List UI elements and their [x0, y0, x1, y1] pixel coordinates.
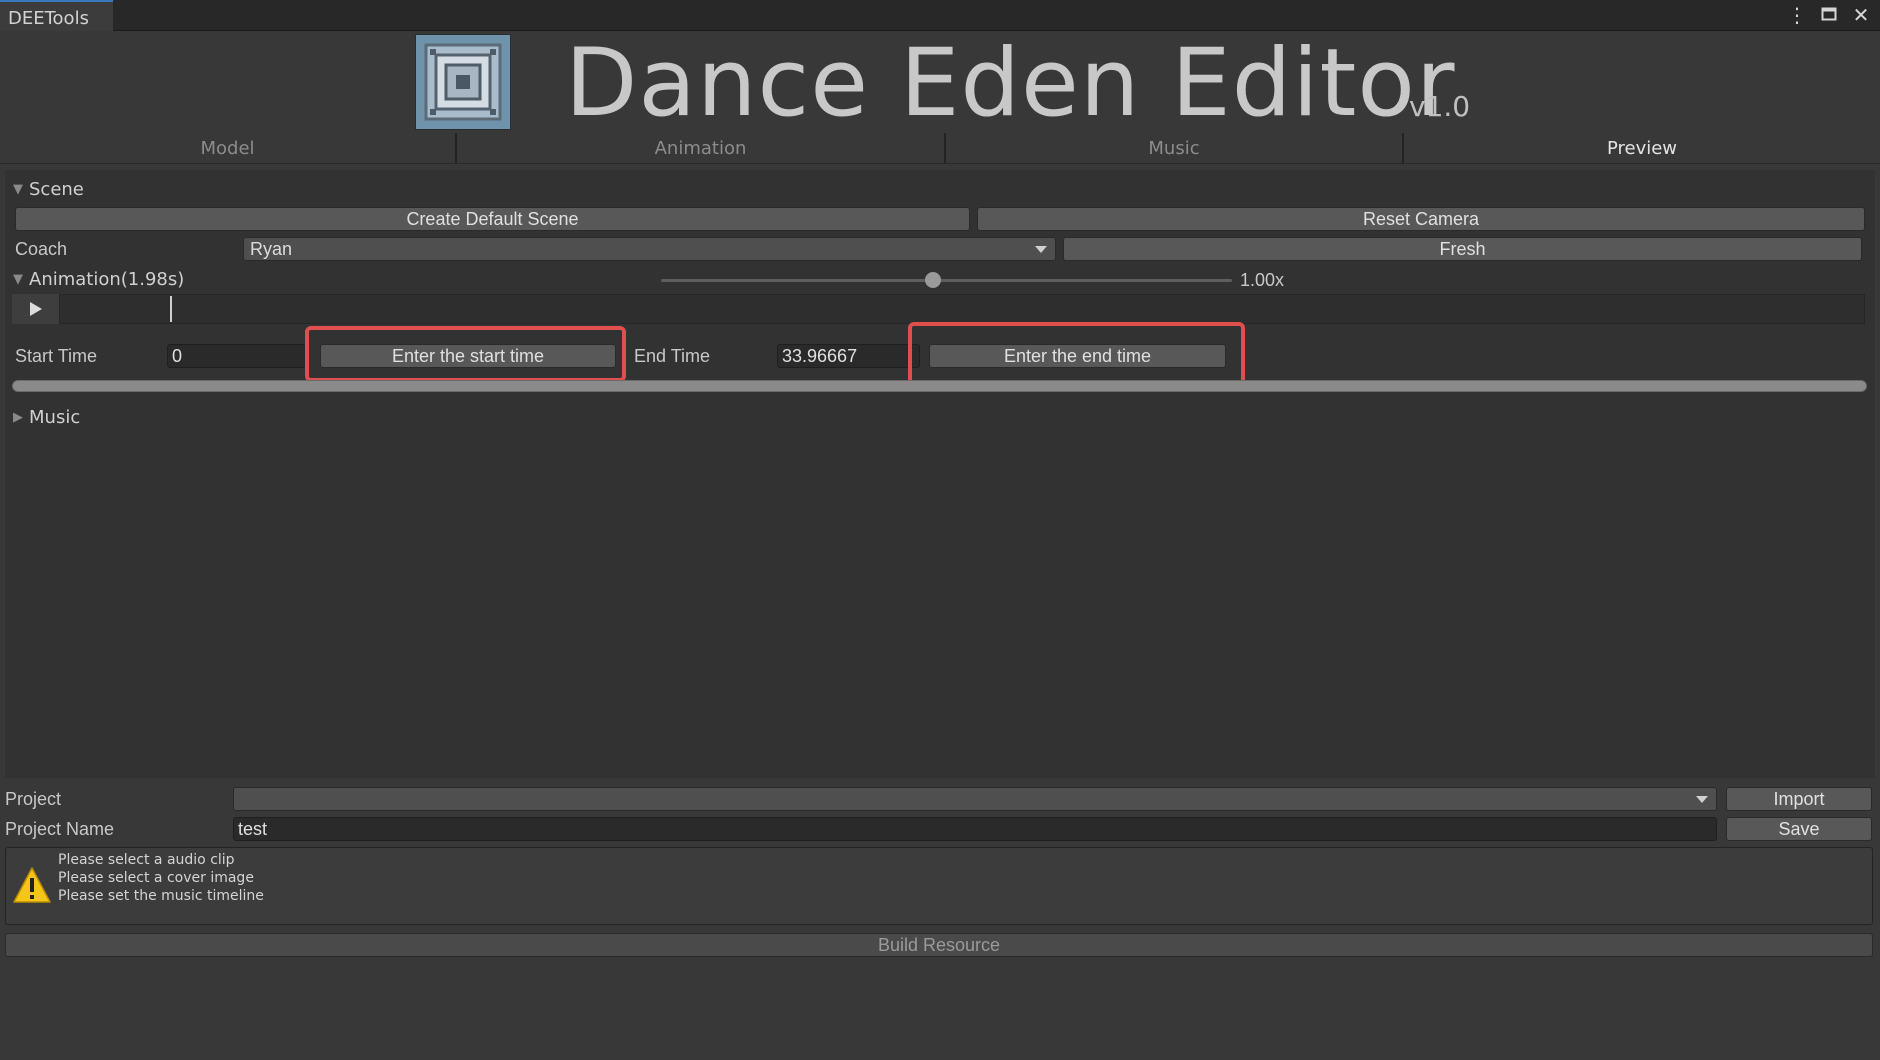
- help-line: Please select a cover image: [58, 870, 254, 886]
- save-button[interactable]: Save: [1726, 817, 1872, 841]
- start-time-field[interactable]: 0: [167, 344, 307, 368]
- project-dropdown[interactable]: [233, 787, 1717, 811]
- tab-model[interactable]: Model: [0, 133, 457, 164]
- coach-label: Coach: [15, 239, 68, 259]
- coach-dropdown[interactable]: Ryan: [243, 237, 1056, 261]
- main-tabs: Model Animation Music Preview: [0, 133, 1880, 164]
- speed-value-label: 1.00x: [1240, 270, 1285, 290]
- build-resource-button[interactable]: Build Resource: [5, 933, 1873, 957]
- music-label: Music: [29, 406, 81, 428]
- close-icon[interactable]: ✕: [1850, 4, 1872, 26]
- tab-music[interactable]: Music: [946, 133, 1404, 164]
- speed-slider-track[interactable]: [661, 279, 1232, 282]
- animation-foldout[interactable]: ▼ Animation(1.98s): [13, 267, 184, 291]
- help-line: Please set the music timeline: [58, 888, 264, 904]
- start-time-label: Start Time: [15, 346, 98, 366]
- enter-end-time-button[interactable]: Enter the end time: [929, 344, 1226, 368]
- help-messages: Please select a audio clip Please select…: [58, 851, 264, 905]
- window-tab[interactable]: DEETools: [0, 0, 113, 31]
- help-line: Please select a audio clip: [58, 852, 235, 868]
- window-controls: ⋮ ✕: [1786, 4, 1872, 26]
- reset-camera-button[interactable]: Reset Camera: [977, 207, 1865, 231]
- foldout-expanded-icon: ▼: [13, 181, 23, 197]
- preview-panel: [5, 170, 1875, 778]
- animation-timeline[interactable]: [12, 294, 1865, 324]
- music-foldout[interactable]: ▶ Music: [13, 405, 80, 429]
- fresh-button[interactable]: Fresh: [1063, 237, 1862, 261]
- scene-label: Scene: [29, 178, 84, 200]
- play-icon: [29, 302, 42, 316]
- end-time-label: End Time: [634, 346, 711, 366]
- help-box: [5, 847, 1873, 925]
- chevron-down-icon: [1035, 246, 1047, 253]
- kebab-menu-icon[interactable]: ⋮: [1786, 4, 1808, 26]
- play-button[interactable]: [12, 294, 60, 324]
- time-range-slider[interactable]: [12, 380, 1867, 392]
- project-name-label: Project Name: [5, 819, 115, 839]
- import-button[interactable]: Import: [1726, 787, 1872, 811]
- coach-value: Ryan: [250, 239, 293, 259]
- chevron-down-icon: [1696, 796, 1708, 803]
- foldout-collapsed-icon: ▶: [13, 409, 23, 425]
- end-time-field[interactable]: 33.96667: [777, 344, 920, 368]
- animation-label: Animation(1.98s): [29, 268, 185, 290]
- create-default-scene-button[interactable]: Create Default Scene: [15, 207, 970, 231]
- scene-foldout[interactable]: ▼ Scene: [13, 177, 84, 201]
- maximize-icon[interactable]: [1818, 4, 1840, 26]
- enter-start-time-button[interactable]: Enter the start time: [320, 344, 616, 368]
- tab-animation[interactable]: Animation: [457, 133, 946, 164]
- project-name-field[interactable]: test: [233, 817, 1717, 841]
- project-label: Project: [5, 789, 62, 809]
- qr-logo-icon: [415, 34, 511, 130]
- tab-preview[interactable]: Preview: [1404, 133, 1880, 164]
- warning-icon: [12, 866, 52, 908]
- app-version: v1.0: [1409, 90, 1471, 123]
- timeline-playhead[interactable]: [170, 296, 172, 322]
- speed-slider-thumb[interactable]: [925, 272, 941, 288]
- app-title: Dance Eden Editor: [565, 29, 1456, 138]
- foldout-expanded-icon: ▼: [13, 271, 23, 287]
